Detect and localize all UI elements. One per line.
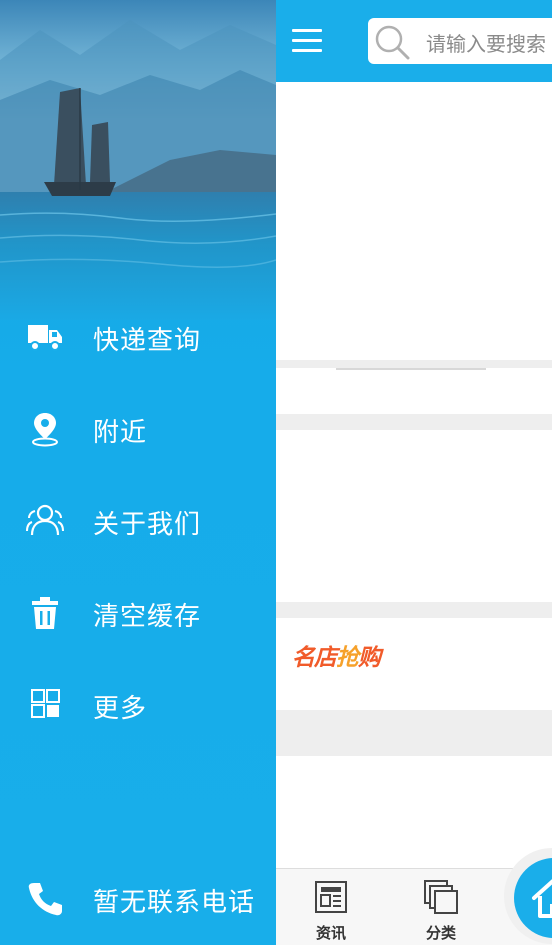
header-banner-image [0,0,276,320]
promo-title: 名店抢购 [292,645,381,671]
section-divider [276,414,552,430]
search-icon [375,25,410,60]
trash-icon [32,597,58,629]
notice-strip[interactable] [276,368,552,414]
nav-item-label: 附近 [93,418,148,448]
tab-category-label: 分类 [425,924,456,942]
contact-label: 暂无联系电话 [93,888,256,918]
category-grid[interactable] [276,430,552,602]
nav-item-label: 关于我们 [93,510,202,540]
location-pin-icon [32,413,58,447]
tab-news[interactable]: 资讯 [296,877,366,943]
contact-phone[interactable]: 暂无联系电话 [0,864,276,934]
truck-icon [28,325,62,351]
phone-icon [28,883,62,916]
nav-item-label: 快递查询 [93,326,202,356]
section-divider [276,602,552,618]
side-drawer: 快递查询 附近 关于我们 清空缓存 更多 暂无联系电话 [0,0,276,945]
search-placeholder: 请输入要搜索 [426,32,546,56]
news-icon [315,881,347,913]
grid-icon [31,689,60,718]
nav-item-label: 更多 [93,694,148,724]
product-list[interactable] [276,756,552,868]
nav-item-label: 清空缓存 [93,602,202,632]
promo-section[interactable]: 名店抢购 [276,618,552,710]
nav-item-express-query[interactable]: 快递查询 [0,302,276,372]
banner-carousel[interactable] [276,82,552,360]
nav-item-nearby[interactable]: 附近 [0,394,276,464]
tab-news-label: 资讯 [315,924,346,942]
category-icon [424,880,458,914]
top-bar: 请输入要搜索 [276,0,552,82]
nav-item-clear-cache[interactable]: 清空缓存 [0,578,276,648]
section-divider [276,360,552,368]
search-input[interactable]: 请输入要搜索 [368,18,552,64]
main-page: 请输入要搜索 名店抢购 资讯 分类 [276,0,552,945]
nav-item-more[interactable]: 更多 [0,670,276,740]
section-divider [276,710,552,756]
users-icon [26,504,64,536]
hamburger-menu-icon[interactable] [290,24,324,58]
tab-category[interactable]: 分类 [406,877,476,943]
home-icon [532,879,552,918]
nav-item-about-us[interactable]: 关于我们 [0,486,276,556]
